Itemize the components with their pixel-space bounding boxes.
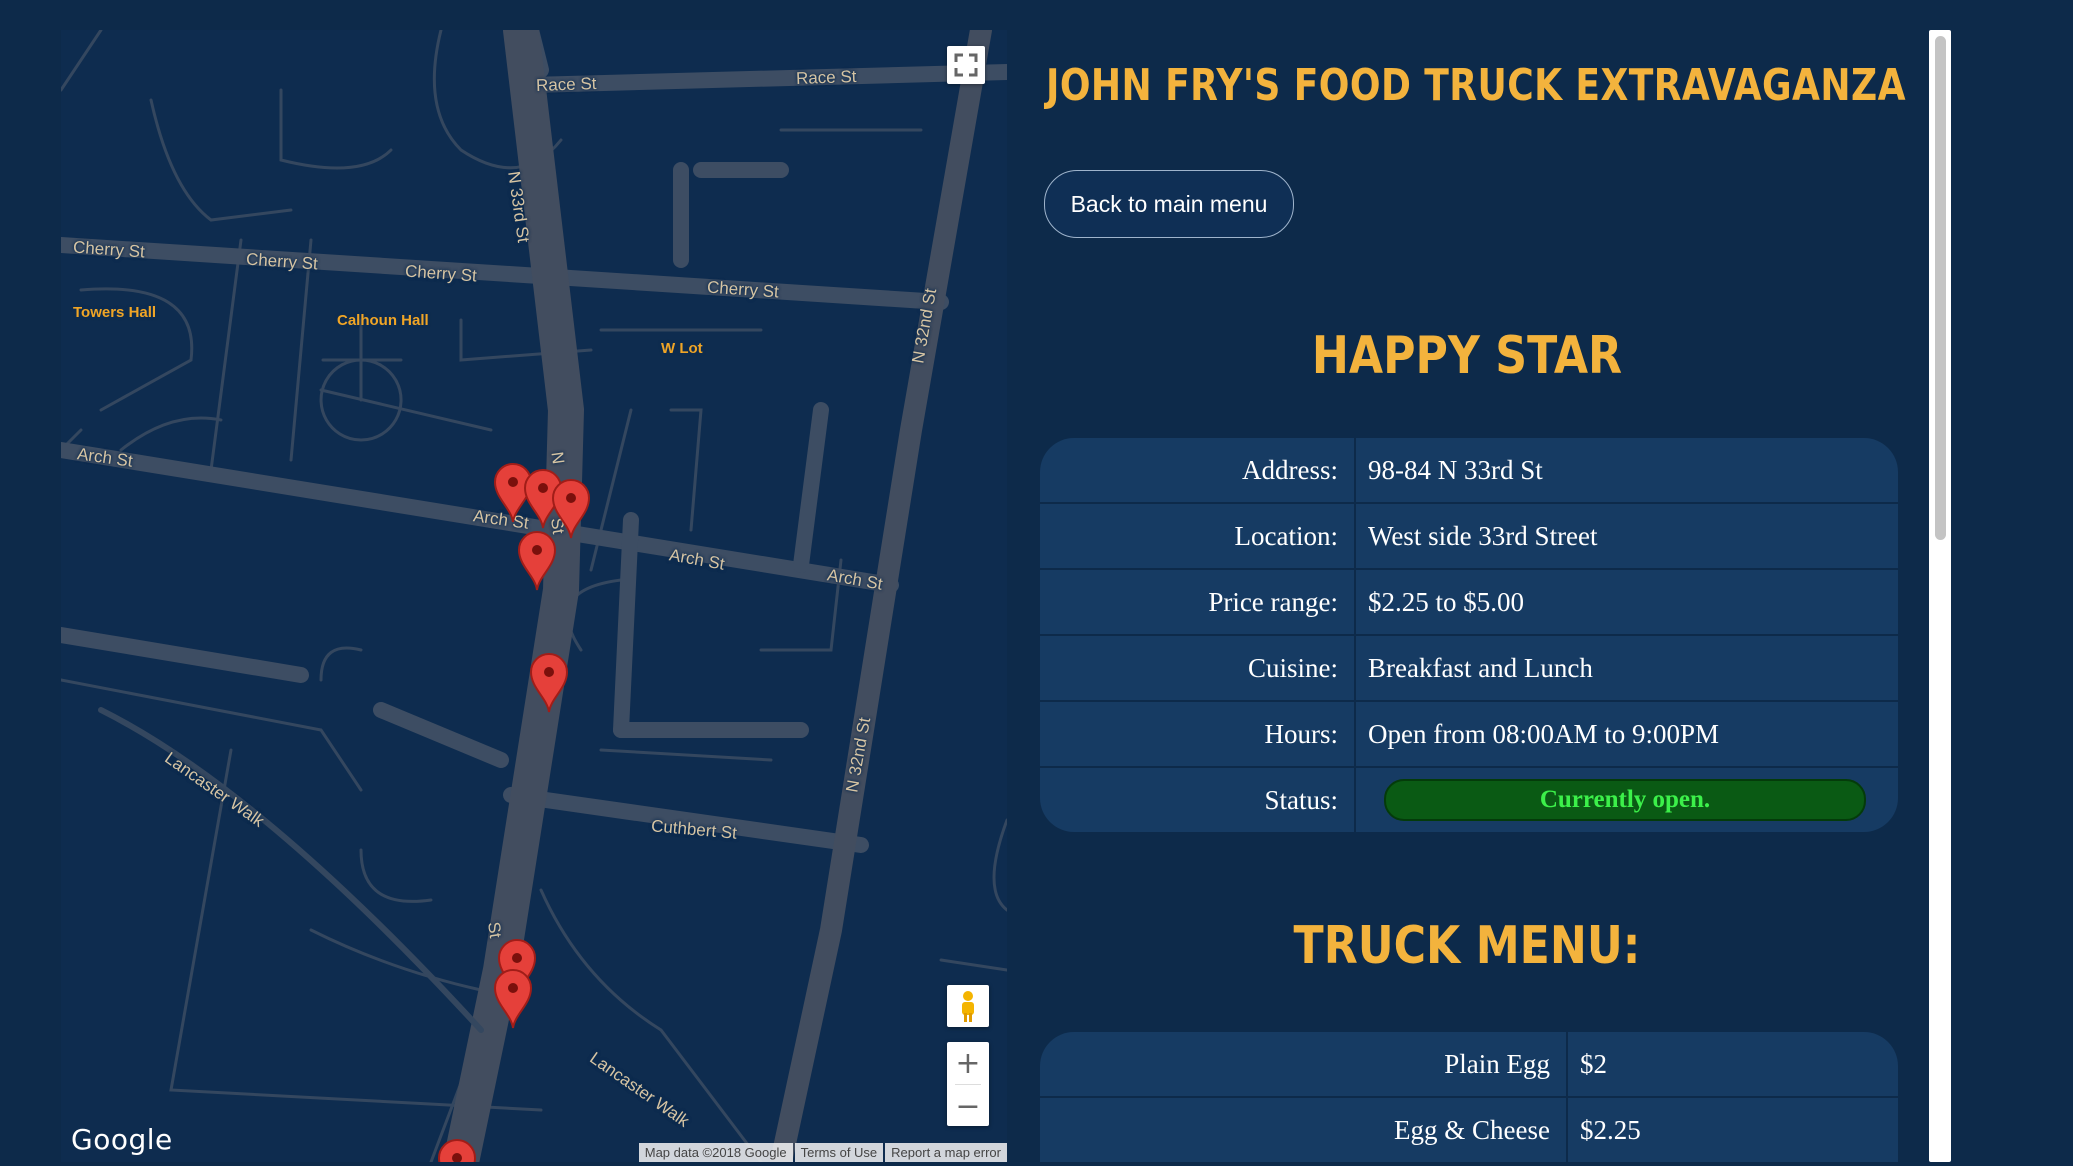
table-row: Cuisine: Breakfast and Lunch: [1040, 636, 1898, 700]
detail-label: Cuisine:: [1040, 636, 1356, 700]
menu-item-name: Egg & Cheese: [1040, 1098, 1568, 1162]
table-row: Hours: Open from 08:00AM to 9:00PM: [1040, 702, 1898, 766]
detail-label: Hours:: [1040, 702, 1356, 766]
detail-value: Open from 08:00AM to 9:00PM: [1356, 702, 1898, 766]
fullscreen-icon: [954, 53, 978, 77]
table-row: Price range: $2.25 to $5.00: [1040, 570, 1898, 634]
menu-row: Plain Egg $2: [1040, 1032, 1898, 1096]
fullscreen-button[interactable]: [947, 46, 985, 84]
map-pin-icon[interactable]: [437, 1138, 477, 1162]
menu-row: Egg & Cheese $2.25: [1040, 1098, 1898, 1162]
pegman-icon: [962, 991, 974, 1022]
detail-label: Price range:: [1040, 570, 1356, 634]
detail-value: West side 33rd Street: [1356, 504, 1898, 568]
poi-calhoun-hall: Calhoun Hall: [337, 312, 429, 329]
poi-towers-hall: Towers Hall: [73, 304, 157, 321]
street-label-race: Race St: [795, 66, 857, 89]
truck-name: HAPPY STAR: [1311, 326, 1623, 386]
map-pin-icon[interactable]: [493, 968, 533, 1030]
detail-label: Address:: [1040, 438, 1356, 502]
street-label-race: Race St: [535, 73, 597, 96]
street-view-button[interactable]: [947, 985, 989, 1027]
detail-value: $2.25 to $5.00: [1356, 570, 1898, 634]
street-label-n33rd-short: St: [484, 920, 506, 940]
terms-of-use-link[interactable]: Terms of Use: [794, 1143, 884, 1162]
menu-item-name: Plain Egg: [1040, 1032, 1568, 1096]
menu-item-price: $2.25: [1568, 1098, 1898, 1162]
table-row: Status: Currently open.: [1040, 768, 1898, 832]
back-to-main-menu-button[interactable]: Back to main menu: [1044, 170, 1294, 238]
table-row: Address: 98-84 N 33rd St: [1040, 438, 1898, 502]
table-row: Location: West side 33rd Street: [1040, 504, 1898, 568]
truck-detail-panel: JOHN FRY'S FOOD TRUCK EXTRAVAGANZA Back …: [1036, 30, 1926, 1166]
map-pin-icon[interactable]: [529, 652, 569, 714]
detail-label: Status:: [1040, 768, 1356, 832]
zoom-control: + −: [947, 1042, 989, 1126]
status-cell: Currently open.: [1356, 768, 1898, 832]
menu-heading: TRUCK MENU:: [1293, 916, 1641, 976]
report-map-error-link[interactable]: Report a map error: [885, 1143, 1007, 1162]
menu-table: Plain Egg $2 Egg & Cheese $2.25: [1040, 1030, 1898, 1164]
map-data-credit: Map data ©2018 Google: [638, 1143, 793, 1162]
zoom-in-button[interactable]: +: [947, 1042, 989, 1084]
detail-label: Location:: [1040, 504, 1356, 568]
truck-details-table: Address: 98-84 N 33rd St Location: West …: [1040, 436, 1898, 834]
poi-w-lot: W Lot: [661, 340, 703, 357]
detail-value: 98-84 N 33rd St: [1356, 438, 1898, 502]
menu-item-price: $2: [1568, 1032, 1898, 1096]
scrollbar-thumb[interactable]: [1935, 36, 1946, 540]
detail-value: Breakfast and Lunch: [1356, 636, 1898, 700]
map-attribution: Map data ©2018 Google Terms of Use Repor…: [638, 1143, 1007, 1162]
app-title: JOHN FRY'S FOOD TRUCK EXTRAVAGANZA: [1046, 60, 1906, 111]
map-view[interactable]: Race St Race St Cherry St Cherry St Cher…: [61, 30, 1007, 1162]
zoom-out-button[interactable]: −: [947, 1085, 989, 1127]
status-badge: Currently open.: [1384, 779, 1866, 821]
map-pin-icon[interactable]: [551, 478, 591, 540]
google-logo: Google: [71, 1123, 173, 1156]
map-pin-icon[interactable]: [517, 530, 557, 592]
